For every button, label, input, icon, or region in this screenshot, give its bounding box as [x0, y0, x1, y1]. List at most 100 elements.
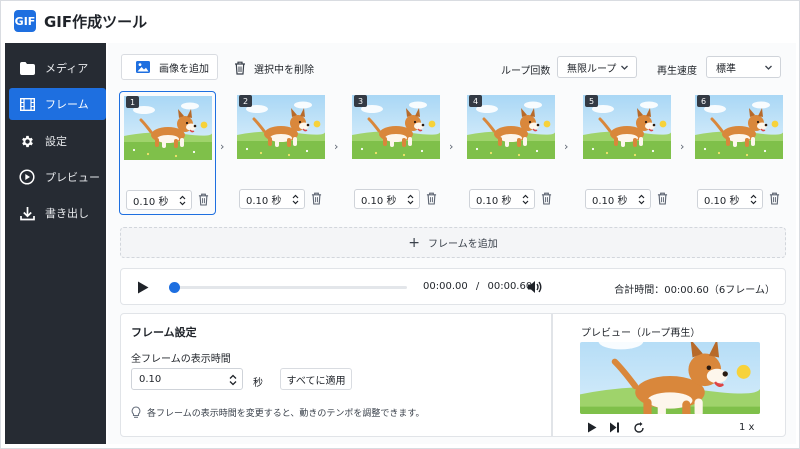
app-window: GIF GIF作成ツール メディア フレーム 設定 プレビュー 書き出し 画像を…: [0, 0, 800, 449]
frame-number: 4: [469, 95, 482, 107]
frame-duration-input[interactable]: 0.10 秒: [239, 189, 305, 209]
title-bar: GIF GIF作成ツール: [1, 1, 799, 41]
sidebar-item-label: メディア: [45, 62, 89, 75]
time-separator: /: [475, 281, 480, 292]
duration-input-value: 0.10: [139, 373, 162, 385]
progress-handle[interactable]: [169, 282, 180, 293]
trash-icon[interactable]: [769, 192, 780, 205]
frame-number: 2: [239, 95, 252, 107]
frame-card[interactable]: 2 0.10 秒: [233, 91, 330, 215]
play-icon[interactable]: [137, 281, 149, 294]
gear-icon: [19, 133, 35, 149]
replay-icon[interactable]: [633, 422, 645, 434]
play-circle-icon: [19, 169, 35, 185]
playback-speed-select[interactable]: 標準: [706, 56, 781, 78]
frame-duration-input[interactable]: 0.10 秒: [126, 190, 192, 210]
sidebar-item-label: 設定: [45, 135, 67, 148]
duration-input[interactable]: 0.10: [131, 368, 243, 390]
frame-card[interactable]: 5 0.10 秒: [579, 91, 676, 215]
stepper-icon[interactable]: [407, 194, 414, 205]
trash-icon[interactable]: [657, 192, 668, 205]
app-title: GIF作成ツール: [44, 12, 148, 31]
frame-duration-value: 0.10 秒: [476, 195, 512, 207]
stepper-icon[interactable]: [179, 195, 186, 206]
sidebar-item-preview[interactable]: プレビュー: [9, 161, 106, 193]
frame-number: 5: [585, 95, 598, 107]
trash-icon[interactable]: [311, 192, 322, 205]
stepper-icon[interactable]: [638, 194, 645, 205]
loop-count-label: ループ回数: [501, 66, 551, 77]
volume-icon[interactable]: [527, 280, 542, 294]
loop-count-value: 無限ループ: [567, 63, 617, 75]
frame-duration-input[interactable]: 0.10 秒: [354, 189, 420, 209]
playback-bar: 00:00.00 / 00:00.60 合計時間：00:00.60（6フレーム）: [120, 268, 786, 305]
trash-icon[interactable]: [198, 193, 209, 206]
chevron-right-icon: ›: [680, 140, 685, 153]
frame-number: 3: [354, 95, 367, 107]
total-duration: 00:00.60: [487, 281, 533, 292]
chevron-right-icon: ›: [220, 140, 225, 153]
chevron-right-icon: ›: [334, 140, 339, 153]
preview-title: プレビュー（ループ再生）: [581, 328, 701, 339]
film-icon: [19, 96, 35, 112]
sidebar-item-label: プレビュー: [45, 171, 100, 184]
frame-duration-value: 0.10 秒: [592, 195, 628, 207]
sidebar-item-frames[interactable]: フレーム: [9, 88, 106, 120]
hint-label: 各フレームの表示時間を変更すると、動きのテンポを調整できます。: [147, 409, 425, 419]
sidebar-item-media[interactable]: メディア: [9, 52, 106, 84]
frame-duration-value: 0.10 秒: [246, 195, 282, 207]
duration-unit: 秒: [253, 378, 263, 389]
main-panel: 画像を追加 選択中を削除 ループ回数 無限ループ 再生速度 標準 1 0.10 …: [108, 43, 796, 444]
frame-number: 1: [126, 96, 139, 108]
preview-panel: プレビュー（ループ再生） 1 x: [552, 313, 786, 437]
trash-icon[interactable]: [426, 192, 437, 205]
stepper-icon[interactable]: [750, 194, 757, 205]
app-logo: GIF: [14, 10, 36, 32]
image-icon: [136, 61, 150, 73]
chevron-right-icon: ›: [449, 140, 454, 153]
progress-track[interactable]: [169, 282, 407, 293]
sidebar: メディア フレーム 設定 プレビュー 書き出し: [5, 43, 106, 444]
add-frame-button[interactable]: + フレームを追加: [120, 227, 786, 258]
frame-card[interactable]: 4 0.10 秒: [463, 91, 560, 215]
frame-settings-panel: フレーム設定 全フレームの表示時間 0.10 秒 すべてに適用 各フレームの表示…: [120, 313, 552, 437]
trash-icon[interactable]: [541, 192, 552, 205]
preview-play-icon[interactable]: [587, 422, 597, 433]
frame-duration-input[interactable]: 0.10 秒: [697, 189, 763, 209]
frame-number: 6: [697, 95, 710, 107]
add-image-button[interactable]: 画像を追加: [121, 54, 218, 80]
frame-card[interactable]: 3 0.10 秒: [348, 91, 445, 215]
current-time: 00:00.00: [423, 281, 468, 292]
delete-selected-label: 選択中を削除: [254, 64, 314, 76]
preview-image: [580, 342, 760, 414]
time-readout: 00:00.00 / 00:00.60: [423, 281, 532, 292]
stepper-icon[interactable]: [229, 374, 237, 386]
frame-card[interactable]: 1 0.10 秒: [119, 91, 216, 215]
total-time-label: 合計時間：00:00.60（6フレーム）: [614, 285, 775, 296]
frame-duration-input[interactable]: 0.10 秒: [469, 189, 535, 209]
sidebar-item-settings[interactable]: 設定: [9, 125, 106, 157]
frame-duration-value: 0.10 秒: [361, 195, 397, 207]
playback-speed-value: 標準: [716, 63, 736, 75]
frame-card[interactable]: 6 0.10 秒: [691, 91, 788, 215]
frame-duration-value: 0.10 秒: [704, 195, 740, 207]
loop-count-select[interactable]: 無限ループ: [557, 56, 637, 78]
sidebar-item-label: フレーム: [45, 98, 89, 111]
sidebar-item-label: 書き出し: [45, 207, 89, 220]
next-frame-icon[interactable]: [609, 422, 620, 433]
hint-text: 各フレームの表示時間を変更すると、動きのテンポを調整できます。: [131, 406, 424, 419]
chevron-down-icon: [765, 65, 772, 70]
folder-icon: [19, 60, 35, 76]
frame-duration-value: 0.10 秒: [133, 196, 169, 208]
stepper-icon[interactable]: [292, 194, 299, 205]
add-image-label: 画像を追加: [159, 63, 209, 75]
apply-all-button[interactable]: すべてに適用: [280, 368, 352, 390]
delete-selected-button[interactable]: 選択中を削除: [234, 59, 314, 77]
trash-icon: [235, 61, 245, 75]
stepper-icon[interactable]: [522, 194, 529, 205]
all-frames-duration-label: 全フレームの表示時間: [131, 354, 231, 365]
playback-speed-label: 再生速度: [657, 66, 697, 77]
frame-settings-title: フレーム設定: [131, 326, 197, 339]
frame-duration-input[interactable]: 0.10 秒: [585, 189, 651, 209]
sidebar-item-export[interactable]: 書き出し: [9, 197, 106, 229]
